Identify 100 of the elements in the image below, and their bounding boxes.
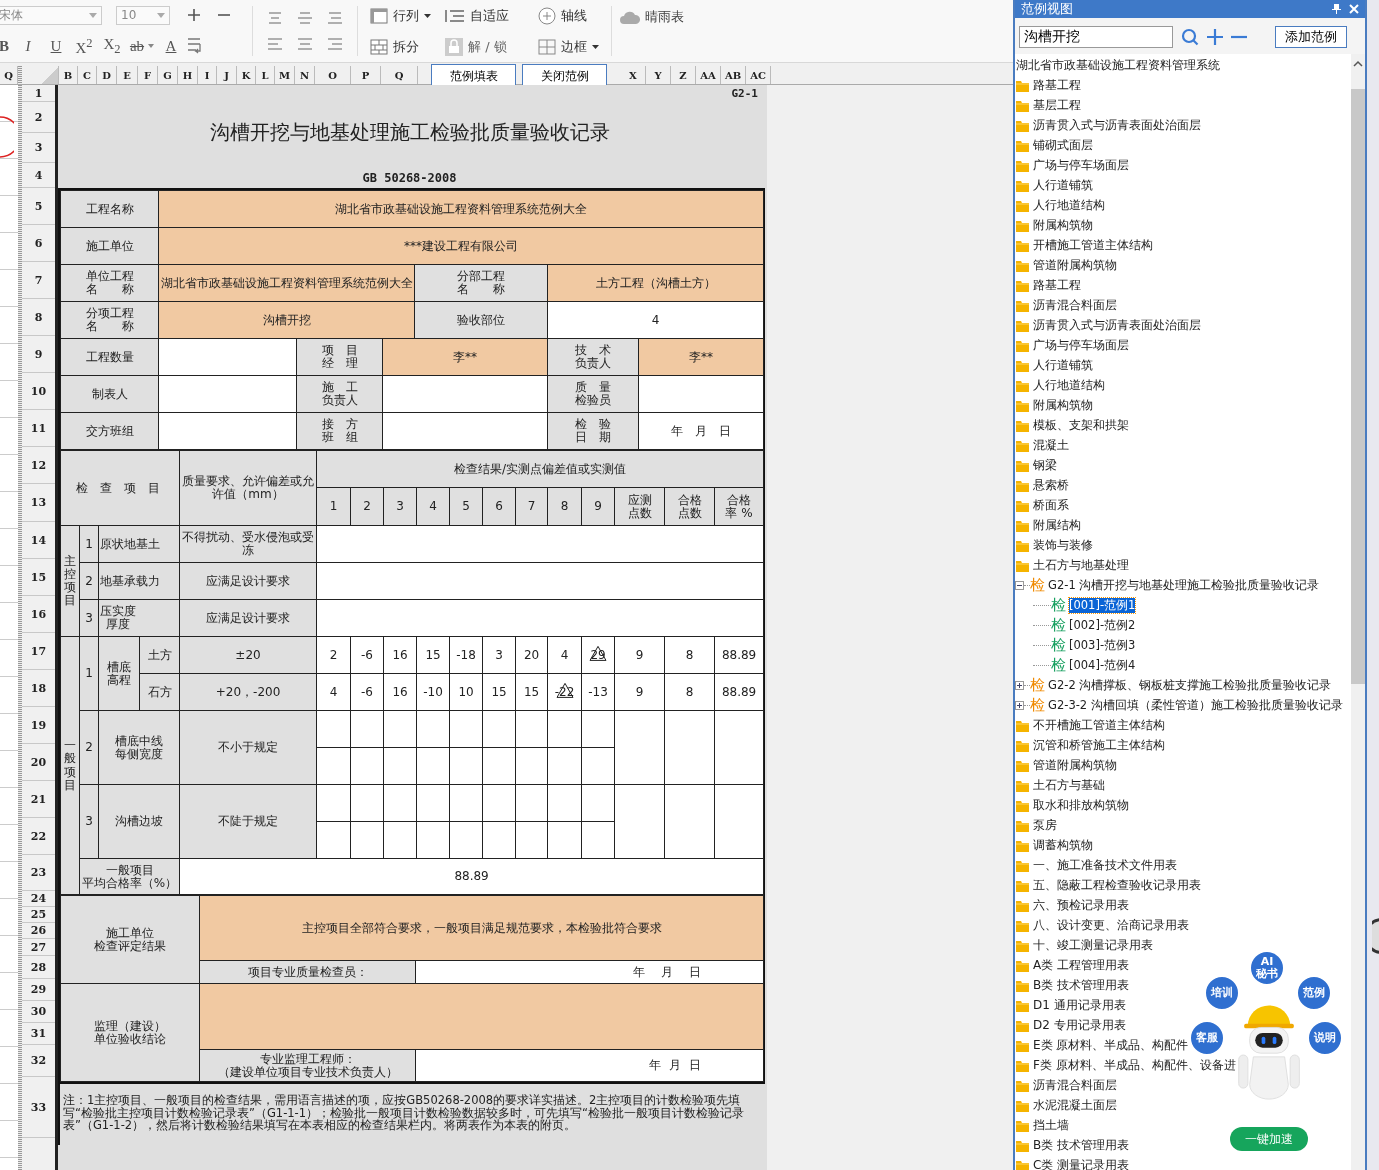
tree-item[interactable]: 桥面系	[1033, 496, 1069, 514]
column-header[interactable]: D	[97, 66, 117, 84]
column-header[interactable]: O	[315, 66, 351, 84]
tree-item[interactable]: G2-3-2 沟槽回填（柔性管道）施工检验批质量验收记录	[1048, 697, 1343, 713]
tree-item[interactable]: 挡土墙	[1033, 1116, 1069, 1134]
format-button[interactable]: X$^{2}$	[70, 35, 98, 57]
format-button[interactable]: ab	[126, 37, 148, 55]
tree-item[interactable]: D2 专用记录用表	[1033, 1016, 1126, 1034]
column-header[interactable]: N	[295, 66, 315, 84]
tree-item[interactable]: 附属结构	[1033, 516, 1081, 534]
tree-item[interactable]: 路基工程	[1033, 276, 1081, 294]
column-header[interactable]: G	[158, 66, 178, 84]
column-header[interactable]: F	[138, 66, 158, 84]
column-header[interactable]: Q	[381, 66, 418, 84]
scrollbar[interactable]	[1351, 54, 1365, 1170]
tree-item[interactable]: 沥青混合料面层	[1033, 296, 1117, 314]
tree-item[interactable]: 八、设计变更、洽商记录用表	[1033, 916, 1189, 934]
format-button[interactable]: X$_{2}$	[98, 35, 126, 57]
collapse-icon[interactable]	[1015, 580, 1024, 590]
toolbar-button[interactable]: 边框	[538, 37, 599, 56]
align-icon[interactable]	[327, 38, 343, 50]
tree-root[interactable]: 湖北省市政基础设施工程资料管理系统	[1016, 56, 1220, 74]
tree-item[interactable]: 基层工程	[1033, 96, 1081, 114]
column-header[interactable]: J	[217, 66, 237, 84]
tree-item[interactable]: F类 原材料、半成品、构配件、设备进	[1033, 1056, 1236, 1074]
tree-item[interactable]: 土石方与地基处理	[1033, 556, 1129, 574]
tree-item[interactable]: 泵房	[1033, 816, 1057, 834]
tree-item[interactable]: [004]-范例4	[1069, 657, 1136, 673]
tree-item[interactable]: [003]-范例3	[1069, 637, 1136, 653]
tree-item[interactable]: 管道附属构筑物	[1033, 756, 1117, 774]
column-header[interactable]: AA	[696, 66, 721, 84]
tree-item[interactable]: E类 原材料、半成品、构配件	[1033, 1036, 1189, 1054]
tree-item[interactable]: 管道附属构筑物	[1033, 256, 1117, 274]
format-button[interactable]: B	[0, 37, 14, 55]
toolbar-button[interactable]: 行列	[370, 6, 431, 25]
toolbar-button[interactable]: 轴线	[538, 6, 599, 25]
search-icon[interactable]	[1181, 28, 1199, 46]
column-header[interactable]: L	[256, 66, 275, 84]
tree-item[interactable]: C类 测量记录用表	[1033, 1156, 1130, 1170]
tree-item[interactable]: 十、竣工测量记录用表	[1033, 936, 1153, 954]
tree-item[interactable]: 一、施工准备技术文件用表	[1033, 856, 1177, 874]
tree-item[interactable]: A类 工程管理用表	[1033, 956, 1130, 974]
column-header[interactable]: Z	[671, 66, 696, 84]
tree-item[interactable]: 沉管和桥管施工主体结构	[1033, 736, 1165, 754]
tree-item[interactable]: B类 技术管理用表	[1033, 1136, 1130, 1154]
tree-item[interactable]: [002]-范例2	[1069, 617, 1136, 633]
align-icon[interactable]	[297, 12, 313, 24]
column-header[interactable]: E	[117, 66, 138, 84]
assistant-bubble[interactable]: AI秘书	[1249, 950, 1285, 986]
column-header[interactable]: AC	[746, 66, 771, 84]
tree-item[interactable]: [001]-范例1	[1069, 597, 1136, 613]
tree-item[interactable]: 混凝土	[1033, 436, 1069, 454]
assistant-bubble[interactable]: 客服	[1189, 1020, 1225, 1056]
tree-item[interactable]: 取水和排放构筑物	[1033, 796, 1129, 814]
plus-icon[interactable]	[1207, 29, 1223, 45]
tree-item[interactable]: 人行地道结构	[1033, 196, 1105, 214]
tree-item[interactable]: 人行道铺筑	[1033, 356, 1093, 374]
tree-item[interactable]: 沥青贯入式与沥青表面处治面层	[1033, 316, 1201, 334]
close-icon[interactable]	[1349, 4, 1359, 14]
column-header[interactable]: H	[178, 66, 198, 84]
column-header[interactable]: K	[237, 66, 256, 84]
tree-item[interactable]: 沥青贯入式与沥青表面处治面层	[1033, 116, 1201, 134]
tree-item[interactable]: 五、隐蔽工程检查验收记录用表	[1033, 876, 1201, 894]
tree-item[interactable]: G2-1 沟槽开挖与地基处理施工检验批质量验收记录	[1048, 577, 1320, 593]
tree-item[interactable]: 铺砌式面层	[1033, 136, 1093, 154]
tree-item[interactable]: 六、预检记录用表	[1033, 896, 1129, 914]
font-dropdown[interactable]: 宋体	[0, 5, 102, 25]
assistant-bubble[interactable]: 说明	[1307, 1020, 1343, 1056]
format-button[interactable]: U	[42, 37, 70, 55]
column-header[interactable]: C	[78, 66, 97, 84]
tree-item[interactable]: 沥青混合料面层	[1033, 1076, 1117, 1094]
align-icon[interactable]	[267, 12, 283, 24]
align-icon[interactable]	[297, 38, 313, 50]
align-icon[interactable]	[267, 38, 283, 50]
search-field[interactable]: 沟槽开挖	[1019, 26, 1173, 48]
tree-item[interactable]: 附属构筑物	[1033, 216, 1093, 234]
tree-item[interactable]: 广场与停车场面层	[1033, 336, 1129, 354]
toolbar-button[interactable]: 自适应	[445, 6, 509, 25]
assistant-bubble[interactable]: 范例	[1296, 975, 1332, 1011]
tree-item[interactable]: 路基工程	[1033, 76, 1081, 94]
tree-item[interactable]: 装饰与装修	[1033, 536, 1093, 554]
align-icon[interactable]	[327, 12, 343, 24]
tree-item[interactable]: 人行地道结构	[1033, 376, 1105, 394]
column-header[interactable]: P	[351, 66, 381, 84]
column-header[interactable]: B	[59, 66, 78, 84]
scroll-up-icon[interactable]	[1353, 60, 1363, 67]
assistant-bubble[interactable]: 培训	[1204, 975, 1240, 1011]
tree-item[interactable]: G2-2 沟槽撑板、钢板桩支撑施工检验批质量验收记录	[1048, 677, 1332, 693]
add-example-button[interactable]: 添加范例	[1275, 26, 1347, 48]
column-header[interactable]: AB	[721, 66, 746, 84]
expand-icon[interactable]	[1015, 700, 1024, 710]
weather-button[interactable]: 晴雨表	[620, 8, 684, 26]
column-header[interactable]: I	[198, 66, 217, 84]
tree-item[interactable]: 调蓄构筑物	[1033, 836, 1093, 854]
tree-item[interactable]: 人行道铺筑	[1033, 176, 1093, 194]
tree-item[interactable]: 钢梁	[1033, 456, 1057, 474]
tree-item[interactable]: 不开槽施工管道主体结构	[1033, 716, 1165, 734]
tree-item[interactable]: 模板、支架和拱架	[1033, 416, 1129, 434]
tree-item[interactable]: 水泥混凝土面层	[1033, 1096, 1117, 1114]
tree-item[interactable]: B类 技术管理用表	[1033, 976, 1130, 994]
